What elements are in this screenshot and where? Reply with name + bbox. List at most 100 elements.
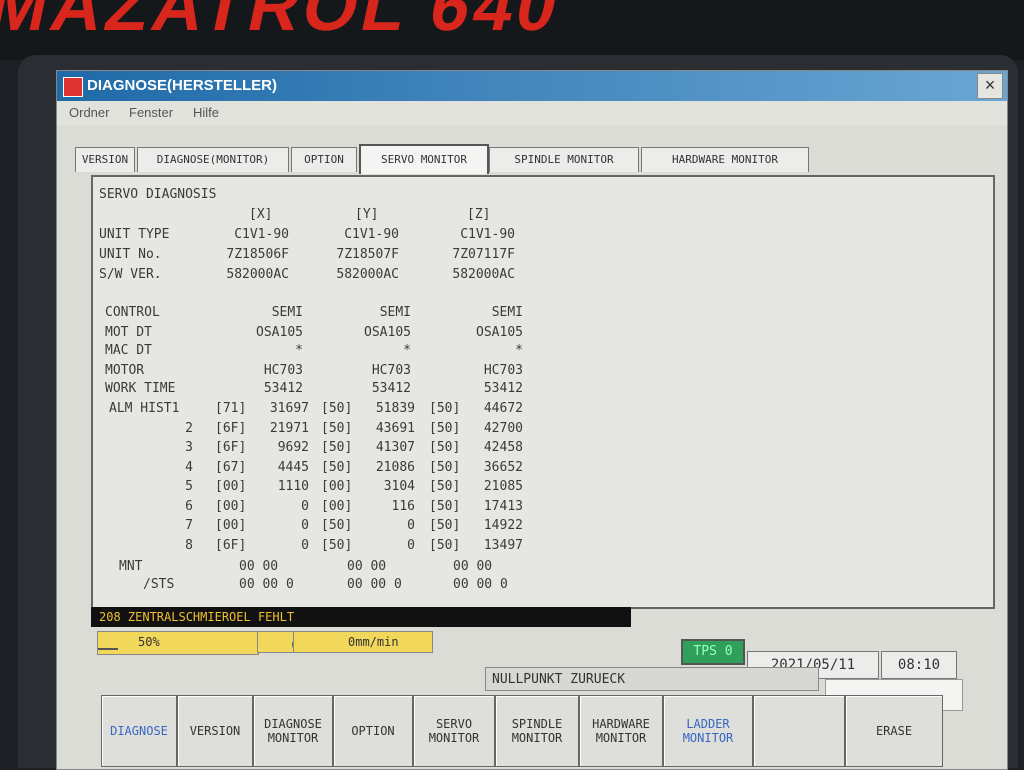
- softkey-label-line1: SERVO: [435, 717, 473, 731]
- softkey-label-line1: ERASE: [875, 724, 913, 738]
- mac-dt-x: *: [295, 343, 303, 358]
- softkey-version[interactable]: VERSION: [177, 695, 253, 767]
- alm-value-x: 4445: [277, 459, 309, 475]
- axis-header-y: [Y]: [355, 207, 379, 222]
- alm-value-z: 13497: [483, 537, 523, 553]
- close-button[interactable]: ×: [977, 73, 1003, 99]
- wave-icon: [98, 636, 118, 650]
- window-titlebar: DIAGNOSE(HERSTELLER) ×: [57, 71, 1007, 101]
- softkey-ladder-monitor[interactable]: LADDER MONITOR: [663, 695, 753, 767]
- label-mot-dt: MOT DT: [105, 325, 152, 340]
- alm-hist-index: 5: [185, 479, 193, 494]
- menu-ordner[interactable]: Ordner: [69, 105, 109, 120]
- mac-dt-y: *: [403, 343, 411, 358]
- alm-hist-index: 6: [185, 498, 193, 514]
- alm-value-z: 44672: [483, 401, 523, 416]
- alm-value-y: 51839: [375, 401, 415, 416]
- alm-hist-index: 3: [185, 440, 193, 455]
- softkey-erase[interactable]: ERASE: [845, 695, 943, 767]
- work-time-y: 53412: [371, 381, 411, 396]
- softkey-diagnose-monitor[interactable]: DIAGNOSE MONITOR: [253, 695, 333, 767]
- label-sts: /STS: [143, 577, 175, 592]
- override-percent-box: 50%: [97, 631, 259, 655]
- alm-value-x: 1110: [277, 479, 309, 494]
- label-control: CONTROL: [105, 305, 160, 320]
- alm-value-y: 0: [407, 518, 415, 533]
- alm-hist-index: 2: [185, 420, 193, 436]
- alm-value-x: 31697: [269, 401, 309, 416]
- unit-no-x: 7Z18506F: [226, 247, 289, 262]
- softkey-blank-8[interactable]: [753, 695, 845, 767]
- tps-indicator: TPS 0: [681, 639, 745, 665]
- alm-value-x: 9692: [277, 440, 309, 455]
- softkey-servo-monitor[interactable]: SERVO MONITOR: [413, 695, 495, 767]
- alm-value-z: 21085: [483, 479, 523, 494]
- softkey-label-line2: MONITOR: [682, 731, 734, 745]
- menu-fenster[interactable]: Fenster: [129, 105, 173, 120]
- softkey-label-line1: SPINDLE: [511, 717, 563, 731]
- label-unit-type: UNIT TYPE: [99, 227, 170, 242]
- softkey-spindle-monitor[interactable]: SPINDLE MONITOR: [495, 695, 579, 767]
- softkey-option[interactable]: OPTION: [333, 695, 413, 767]
- alm-value-y: 0: [407, 537, 415, 553]
- alm-value-z: 17413: [483, 498, 523, 514]
- label-mac-dt: MAC DT: [105, 343, 152, 358]
- unit-type-y: C1V1-90: [344, 227, 399, 242]
- alm-value-x: 0: [301, 498, 309, 514]
- alm-value-x: 0: [301, 537, 309, 553]
- softkey-label-line1: DIAGNOSE: [264, 717, 322, 731]
- label-mnt: MNT: [119, 559, 143, 574]
- tab-option[interactable]: OPTION: [291, 147, 357, 172]
- mot-dt-x: OSA105: [256, 325, 303, 340]
- label-work-time: WORK TIME: [105, 381, 176, 396]
- time-display: 08:10: [881, 651, 957, 679]
- softkey-diagnose[interactable]: DIAGNOSE: [101, 695, 177, 767]
- label-sw-ver: S/W VER.: [99, 267, 162, 282]
- softkey-label-line2: MONITOR: [428, 731, 480, 745]
- alm-value-y: 3104: [383, 479, 415, 494]
- sw-ver-x: 582000AC: [226, 267, 289, 282]
- motor-z: HC703: [483, 363, 523, 378]
- control-x: SEMI: [271, 305, 303, 320]
- motor-y: HC703: [371, 363, 411, 378]
- mac-dt-z: *: [515, 343, 523, 358]
- alm-value-x: 21971: [269, 420, 309, 436]
- alm-value-y: 116: [391, 498, 415, 514]
- mnt-y: 00 00: [347, 559, 387, 574]
- override-percent: 50%: [138, 635, 160, 649]
- softkey-label-line2: MONITOR: [595, 731, 647, 745]
- alm-value-y: 21086: [375, 459, 415, 475]
- sw-ver-z: 582000AC: [452, 267, 515, 282]
- label-motor: MOTOR: [105, 363, 145, 378]
- feed-rate: 0mm/min: [348, 635, 399, 649]
- alarm-message: 208 ZENTRALSCHMIEROEL FEHLT: [91, 607, 631, 627]
- unit-no-z: 7Z07117F: [452, 247, 515, 262]
- machine-bezel-top: MAZATROL 640: [0, 0, 1024, 60]
- softkey-label-line1: DIAGNOSE: [110, 724, 168, 738]
- tab-version[interactable]: VERSION: [75, 147, 135, 172]
- alm-value-x: 0: [301, 518, 309, 533]
- alm-value-z: 14922: [483, 518, 523, 533]
- window-title: DIAGNOSE(HERSTELLER): [87, 77, 278, 94]
- softkey-hardware-monitor[interactable]: HARDWARE MONITOR: [579, 695, 663, 767]
- alm-hist-index: 7: [185, 518, 193, 533]
- sts-y: 00 00 0: [347, 577, 402, 592]
- tab-servo-monitor[interactable]: SERVO MONITOR: [359, 144, 489, 174]
- tab-spindle-monitor[interactable]: SPINDLE MONITOR: [489, 147, 639, 172]
- alm-value-y: 41307: [375, 440, 415, 455]
- alm-hist-index: 4: [185, 459, 193, 475]
- softkey-label-line2: MONITOR: [267, 731, 319, 745]
- status-message: NULLPUNKT ZURUECK: [485, 667, 819, 691]
- sts-x: 00 00 0: [239, 577, 294, 592]
- tab-hardware-monitor[interactable]: HARDWARE MONITOR: [641, 147, 809, 172]
- alm-value-y: 43691: [375, 420, 415, 436]
- axis-header-x: [X]: [249, 207, 273, 222]
- menu-hilfe[interactable]: Hilfe: [193, 105, 219, 120]
- mot-dt-z: OSA105: [476, 325, 523, 340]
- softkey-label-line1: LADDER: [686, 717, 730, 731]
- control-y: SEMI: [379, 305, 411, 320]
- work-time-x: 53412: [263, 381, 303, 396]
- softkey-label-line1: HARDWARE: [592, 717, 650, 731]
- menu-bar: Ordner Fenster Hilfe: [57, 101, 1007, 125]
- tab-diagnose-monitor[interactable]: DIAGNOSE(MONITOR): [137, 147, 289, 172]
